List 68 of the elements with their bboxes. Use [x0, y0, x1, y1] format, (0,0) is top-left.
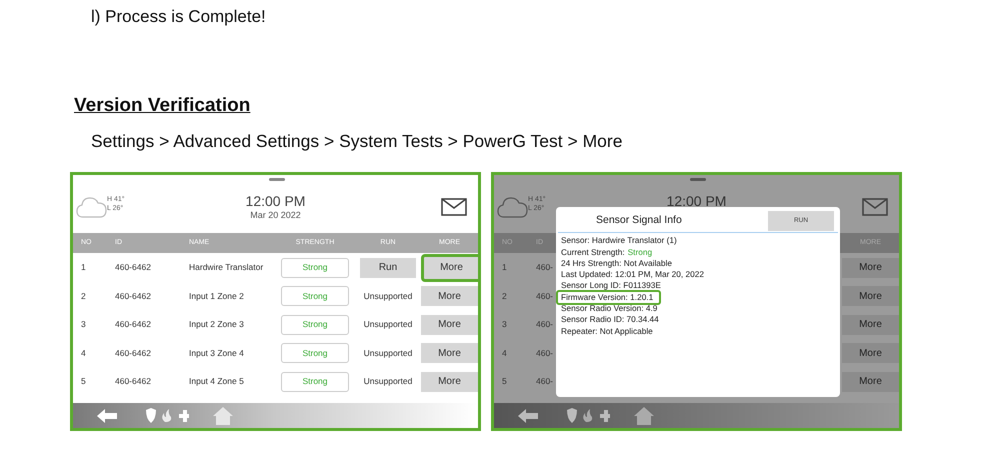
- table-cell: 460-6462: [115, 261, 151, 274]
- more-button[interactable]: More: [842, 314, 899, 334]
- table-cell: 4: [81, 346, 86, 360]
- more-button[interactable]: More: [842, 372, 899, 392]
- info-label: Current Strength:: [560, 246, 625, 258]
- drag-handle[interactable]: [269, 178, 285, 182]
- emergency-icons-drawing[interactable]: [145, 408, 189, 424]
- run-status: Unsupported: [364, 318, 412, 331]
- table-cell: 1: [502, 261, 507, 274]
- strength-badge: Strong: [281, 372, 349, 392]
- table-cell: 460-6462: [115, 290, 151, 302]
- more-button[interactable]: More: [421, 254, 478, 282]
- info-line: Last Updated: 12:01 PM, Mar 20, 2022: [560, 268, 705, 282]
- run-button[interactable]: Run: [360, 258, 416, 278]
- info-line: Sensor Long ID: F011393E: [560, 279, 662, 292]
- run-status: Unsupported: [364, 290, 412, 302]
- table-cell: 460-6462: [115, 346, 151, 360]
- drag-handle[interactable]: [690, 178, 706, 182]
- run-status: Unsupported: [364, 346, 412, 360]
- table-cell: 2: [502, 290, 507, 302]
- strength-badge: Strong: [281, 343, 349, 363]
- emergency-icons-drawing[interactable]: [566, 408, 610, 424]
- clock-time: 12:00 PM: [666, 193, 726, 210]
- run-status: Unsupported: [364, 375, 412, 388]
- info-line: Repeater: Not Applicable: [560, 324, 654, 338]
- table-cell: 460-: [536, 261, 554, 274]
- table-cell: Input 4 Zone 5: [189, 375, 244, 388]
- table-cell: 460-: [536, 318, 554, 331]
- table-cell: 5: [502, 375, 507, 388]
- table-cell: 460-6462: [115, 375, 151, 388]
- home-icon[interactable]: [634, 406, 654, 425]
- back-arrow-icon[interactable]: [97, 408, 117, 423]
- table-cell: 5: [81, 375, 86, 388]
- more-button[interactable]: More: [421, 286, 478, 306]
- table-cell: 460-: [536, 375, 554, 388]
- table-cell: 3: [502, 318, 507, 331]
- more-button[interactable]: More: [421, 314, 478, 334]
- info-line: 24 Hrs Strength: Not Available: [560, 257, 673, 270]
- table-cell: 460-6462: [115, 318, 151, 331]
- more-button[interactable]: More: [842, 343, 899, 363]
- table-cell: Input 2 Zone 3: [189, 318, 244, 331]
- table-cell: Hardwire Translator: [189, 261, 264, 274]
- table-cell: 4: [502, 346, 507, 360]
- step-text: l) Process is Complete!: [91, 6, 267, 28]
- more-button[interactable]: More: [421, 343, 478, 363]
- status-value: Strong: [628, 246, 652, 258]
- table-cell: Input 1 Zone 2: [189, 290, 244, 302]
- table-cell: Input 3 Zone 4: [189, 346, 244, 360]
- breadcrumb-text: Settings > Advanced Settings > System Tests > PowerG Test > More: [91, 130, 624, 153]
- mail-icon[interactable]: [441, 198, 467, 216]
- info-line: Sensor Radio ID: 70.34.44: [560, 313, 660, 326]
- strength-badge: Strong: [281, 314, 349, 334]
- more-button[interactable]: More: [842, 258, 899, 278]
- table-cell: 2: [81, 290, 86, 302]
- more-button[interactable]: More: [842, 286, 899, 306]
- dialog-title: Sensor Signal Info: [596, 212, 682, 228]
- back-arrow-icon[interactable]: [518, 408, 538, 423]
- date-text: Mar 20 2022: [250, 210, 301, 222]
- strength-badge: Strong: [281, 258, 349, 278]
- table-cell: 3: [81, 318, 86, 331]
- table-cell: 1: [81, 261, 86, 274]
- more-button[interactable]: More: [421, 372, 478, 392]
- strength-badge: Strong: [281, 286, 349, 306]
- section-title: Version Verification: [74, 94, 252, 118]
- table-cell: 460-: [536, 290, 554, 302]
- info-line: Sensor: Hardwire Translator (1): [560, 234, 678, 248]
- table-cell: 460-: [536, 346, 554, 360]
- clock-time: 12:00 PM: [246, 193, 306, 210]
